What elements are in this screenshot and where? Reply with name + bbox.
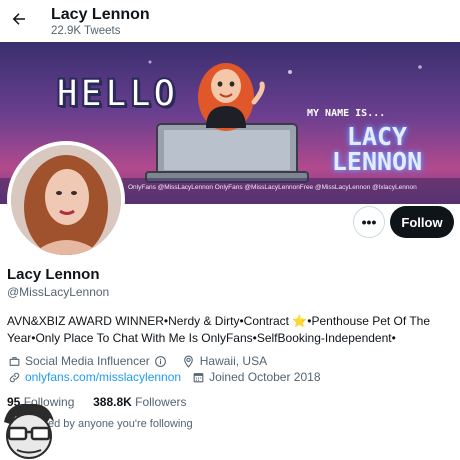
back-button[interactable] <box>4 6 34 36</box>
banner-name-text: LACY LENNON <box>331 122 423 176</box>
profile-name: Lacy Lennon <box>7 266 100 283</box>
followed-by-text: ed by anyone you're following <box>48 418 193 430</box>
briefcase-icon <box>7 354 21 368</box>
profile-handle: @MissLacyLennon <box>7 285 110 299</box>
calendar-icon <box>191 370 205 384</box>
profile-meta-row-2: onlyfans.com/misslacylennon Joined Octob… <box>7 370 331 384</box>
more-options-button[interactable]: ••• <box>353 206 385 238</box>
star-emoji: ⭐ <box>292 314 308 328</box>
link-icon <box>7 370 21 384</box>
profile-meta-row-1: Social Media Influencer Hawaii, USA <box>7 354 277 368</box>
info-icon[interactable] <box>154 354 168 368</box>
banner-my-name-is: MY NAME IS... <box>307 108 386 119</box>
bio-text-part1: AVN&XBIZ AWARD WINNER•Nerdy & Dirty•Cont… <box>7 314 293 328</box>
followers-label: Followers <box>135 395 187 409</box>
avatar[interactable] <box>7 141 125 259</box>
profile-website-link[interactable]: onlyfans.com/misslacylennon <box>25 370 181 384</box>
cartoon-face-watermark <box>0 398 58 460</box>
more-options-icon: ••• <box>361 214 377 230</box>
profile-header: Lacy Lennon 22.9K Tweets <box>0 0 460 42</box>
banner-social-handles: OnlyFans @MissLacyLennon OnlyFans @MissL… <box>128 184 417 191</box>
profile-bio: AVN&XBIZ AWARD WINNER•Nerdy & Dirty•Cont… <box>7 313 455 347</box>
profile-joined-date: Joined October 2018 <box>209 370 321 384</box>
arrow-left-icon <box>10 10 28 33</box>
location-pin-icon <box>182 354 196 368</box>
avatar-photo <box>11 145 121 255</box>
followers-count: 388.8K <box>93 395 132 409</box>
follow-button[interactable]: Follow <box>390 206 454 238</box>
followers-stat[interactable]: 388.8K Followers <box>93 395 186 409</box>
banner-hello-text: HELLO <box>55 71 178 116</box>
tweet-count: 22.9K Tweets <box>51 25 121 37</box>
profile-location: Hawaii, USA <box>199 354 268 368</box>
header-title: Lacy Lennon <box>51 6 150 23</box>
profile-category: Social Media Influencer <box>25 354 150 368</box>
